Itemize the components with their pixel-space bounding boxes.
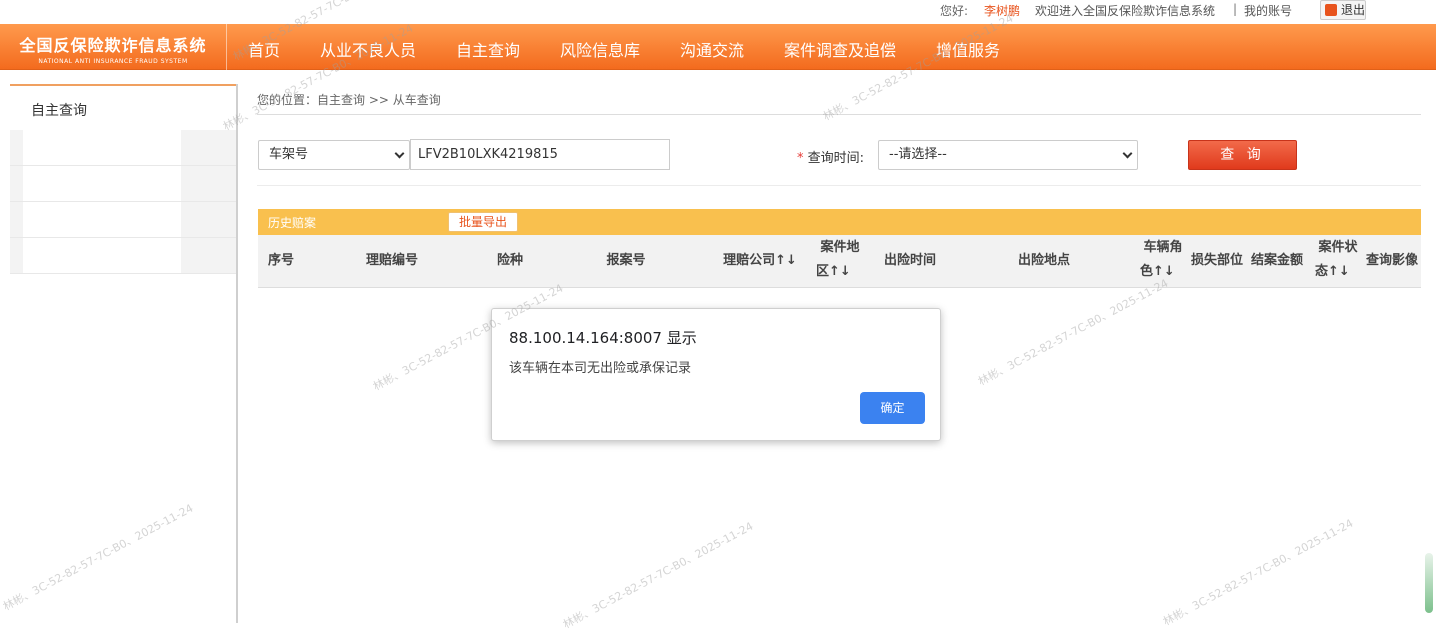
history-claims-bar: 历史赔案 批量导出 (258, 209, 1421, 235)
welcome-text: 欢迎进入全国反保险欺诈信息系统 (1035, 4, 1216, 18)
required-star: * (797, 151, 804, 166)
dialog-ok-button[interactable]: 确定 (860, 392, 925, 424)
query-time-value: --请选择-- (889, 147, 947, 162)
scrollbar-thumb[interactable] (1425, 553, 1433, 613)
col-report-number-label: 报案号 (606, 253, 646, 268)
nav-item-case-investigation[interactable]: 案件调查及追偿 (784, 37, 896, 61)
col-settlement-amount: 结案金额 (1248, 249, 1306, 273)
col-accident-time: 出险时间 (880, 249, 940, 273)
col-serial-label: 序号 (267, 253, 294, 268)
col-query-image: 查询影像 (1364, 249, 1420, 273)
breadcrumb-divider (257, 114, 1421, 115)
watermark-text: 林彬、3C-52-82-57-7C-B0、2025-11-24 (560, 519, 756, 632)
col-damaged-parts-label: 损失部位 (1190, 253, 1243, 268)
watermark-text: 林彬、3C-52-82-57-7C-B0、2025-11-24 (1160, 516, 1356, 629)
col-claim-company[interactable]: 理赔公司↑↓ (720, 249, 800, 273)
field-type-select[interactable]: 车架号 (258, 140, 410, 170)
my-account-link[interactable]: 我的账号 (1244, 2, 1292, 19)
nav-item-self-query[interactable]: 自主查询 (456, 37, 520, 61)
col-report-number: 报案号 (594, 249, 658, 273)
query-time-label-text: 查询时间: (807, 151, 865, 166)
logout-label: 退出 (1341, 3, 1366, 17)
greeting-text: 您好: (940, 4, 969, 18)
col-case-region-label: 案件地 (820, 240, 860, 255)
col-accident-time-label: 出险时间 (883, 253, 936, 268)
logo-subtitle: NATIONAL ANTI INSURANCE FRAUD SYSTEM (38, 58, 188, 65)
vin-input[interactable]: LFV2B10LXK4219815 (410, 139, 670, 170)
nav-item-communication[interactable]: 沟通交流 (680, 37, 744, 61)
col-vehicle-role-label-2: 色↑↓ (1140, 264, 1175, 279)
col-vehicle-role-label: 车辆角 (1143, 240, 1183, 255)
col-claim-number-label: 理赔编号 (365, 253, 418, 268)
topbar-separator: | (1233, 2, 1238, 16)
batch-export-button[interactable]: 批量导出 (448, 212, 518, 232)
sidebar-item[interactable] (10, 130, 236, 166)
watermark-text: 林彬、3C-52-82-57-7C-B0、2025-11-24 (975, 276, 1171, 389)
main-navbar: 全国反保险欺诈信息系统 NATIONAL ANTI INSURANCE FRAU… (0, 24, 1436, 70)
col-case-region[interactable]: 案件地区↑↓ (814, 236, 866, 284)
logo-title: 全国反保险欺诈信息系统 (19, 36, 207, 55)
dialog-title: 88.100.14.164:8007 显示 (509, 329, 697, 347)
col-query-image-label: 查询影像 (1365, 253, 1418, 268)
query-button[interactable]: 查 询 (1188, 140, 1297, 170)
sidebar-title[interactable]: 自主查询 (10, 84, 236, 130)
col-case-status-label-2: 态↑↓ (1315, 264, 1350, 279)
col-accident-location: 出险地点 (1014, 249, 1074, 273)
col-case-status-label: 案件状 (1318, 240, 1358, 255)
dialog-message: 该车辆在本司无出险或承保记录 (509, 361, 692, 376)
col-damaged-parts: 损失部位 (1188, 249, 1246, 273)
system-logo[interactable]: 全国反保险欺诈信息系统 NATIONAL ANTI INSURANCE FRAU… (0, 24, 227, 70)
col-insurance-type-label: 险种 (496, 253, 523, 268)
col-settlement-amount-label: 结案金额 (1250, 253, 1303, 268)
claims-table-header: 序号 理赔编号 险种 报案号 理赔公司↑↓ 案件地区↑↓ 出险时间 出险地点 车… (258, 235, 1421, 288)
logout-icon (1325, 4, 1337, 16)
breadcrumb: 您的位置：自主查询 >> 从车查询 (257, 93, 441, 107)
alert-dialog: 88.100.14.164:8007 显示 该车辆在本司无出险或承保记录 确定 (491, 308, 941, 441)
sidebar-item[interactable] (10, 166, 236, 202)
query-time-select[interactable]: --请选择-- (878, 140, 1138, 170)
sidebar-menu (10, 130, 236, 274)
sidebar: 自主查询 (10, 84, 238, 623)
chevron-down-icon (394, 148, 405, 159)
nav-item-value-added[interactable]: 增值服务 (936, 37, 1000, 61)
col-case-status[interactable]: 案件状态↑↓ (1313, 236, 1363, 284)
col-insurance-type: 险种 (483, 249, 537, 273)
col-accident-location-label: 出险地点 (1017, 253, 1070, 268)
col-case-region-label-2: 区↑↓ (816, 264, 851, 279)
nav-item-risk-database[interactable]: 风险信息库 (560, 37, 640, 61)
logout-button[interactable]: 退出 (1320, 0, 1366, 20)
sidebar-item[interactable] (10, 202, 236, 238)
col-vehicle-role[interactable]: 车辆角色↑↓ (1138, 236, 1188, 284)
col-serial: 序号 (258, 249, 304, 273)
nav-item-bad-practitioners[interactable]: 从业不良人员 (320, 37, 416, 61)
sidebar-item[interactable] (10, 238, 236, 274)
field-type-value: 车架号 (269, 147, 309, 162)
col-claim-company-label: 理赔公司↑↓ (723, 253, 797, 268)
form-divider (257, 185, 1421, 186)
chevron-down-icon (1122, 148, 1133, 159)
col-claim-number: 理赔编号 (354, 249, 430, 273)
top-user-bar: 您好: 李树鹏 欢迎进入全国反保险欺诈信息系统 | 我的账号 退出 (0, 0, 1436, 24)
nav-item-home[interactable]: 首页 (248, 37, 280, 61)
query-time-label: * 查询时间: (797, 147, 864, 166)
username-link[interactable]: 李树鹏 (984, 2, 1020, 19)
history-claims-title: 历史赔案 (268, 216, 317, 230)
